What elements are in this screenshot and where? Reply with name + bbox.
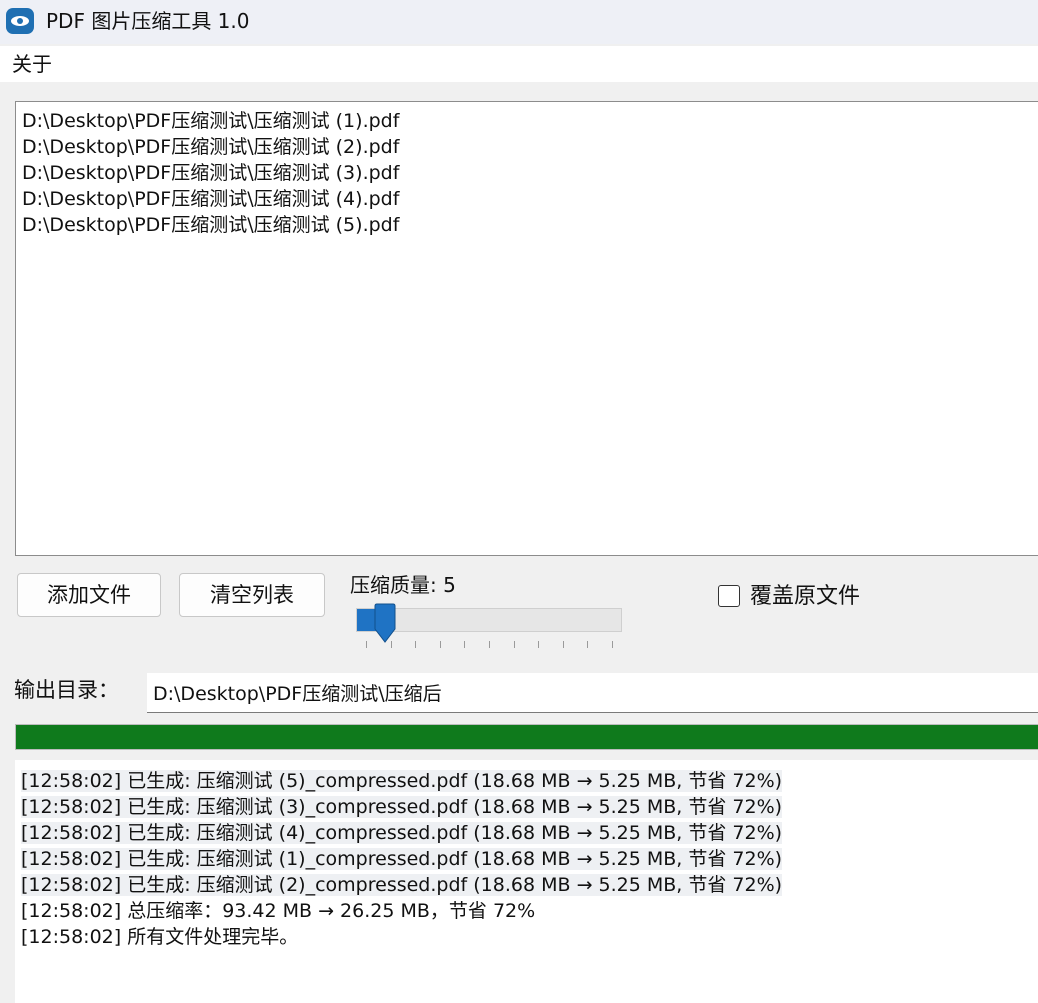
log-line: [12:58:02] 已生成: 压缩测试 (3)_compressed.pdf … <box>21 796 783 818</box>
quality-slider-thumb[interactable] <box>373 603 397 643</box>
window-title: PDF 图片压缩工具 1.0 <box>46 9 250 33</box>
progress-bar <box>15 724 1038 750</box>
list-item[interactable]: D:\Desktop\PDF压缩测试\压缩测试 (2).pdf <box>22 134 399 160</box>
slider-tick <box>464 641 466 648</box>
quality-slider-ticks <box>356 641 622 649</box>
overwrite-checkbox[interactable] <box>718 585 740 607</box>
log-line: [12:58:02] 已生成: 压缩测试 (2)_compressed.pdf … <box>21 874 783 896</box>
log-line: [12:58:02] 所有文件处理完毕。 <box>21 926 299 948</box>
list-item[interactable]: D:\Desktop\PDF压缩测试\压缩测试 (4).pdf <box>22 186 399 212</box>
list-item[interactable]: D:\Desktop\PDF压缩测试\压缩测试 (3).pdf <box>22 160 399 186</box>
slider-tick <box>587 641 589 648</box>
list-item[interactable]: D:\Desktop\PDF压缩测试\压缩测试 (5).pdf <box>22 212 399 238</box>
app-logo-icon <box>6 8 34 34</box>
log-line: [12:58:02] 已生成: 压缩测试 (1)_compressed.pdf … <box>21 848 783 870</box>
add-files-button[interactable]: 添加文件 <box>17 573 161 617</box>
slider-tick <box>439 641 441 648</box>
file-list[interactable]: D:\Desktop\PDF压缩测试\压缩测试 (1).pdf D:\Deskt… <box>15 101 1038 556</box>
slider-tick <box>366 641 367 648</box>
slider-tick <box>513 641 515 648</box>
slider-tick <box>562 641 564 648</box>
progress-fill <box>16 725 1038 749</box>
log-line: [12:58:02] 已生成: 压缩测试 (5)_compressed.pdf … <box>21 770 783 792</box>
slider-tick <box>612 641 613 648</box>
output-dir-input[interactable] <box>147 673 1038 713</box>
slider-tick <box>538 641 540 648</box>
title-bar: PDF 图片压缩工具 1.0 <box>0 0 1038 44</box>
slider-tick <box>415 641 417 648</box>
log-line: [12:58:02] 已生成: 压缩测试 (4)_compressed.pdf … <box>21 822 783 844</box>
quality-label: 压缩质量: 5 <box>350 573 456 597</box>
slider-tick <box>489 641 490 648</box>
clear-list-button[interactable]: 清空列表 <box>179 573 325 617</box>
slider-tick <box>390 641 392 648</box>
log-line: [12:58:02] 总压缩率：93.42 MB → 26.25 MB，节省 7… <box>21 900 536 922</box>
log-panel[interactable]: [12:58:02] 已生成: 压缩测试 (5)_compressed.pdf … <box>15 760 1038 1003</box>
overwrite-label: 覆盖原文件 <box>750 584 861 609</box>
list-item[interactable]: D:\Desktop\PDF压缩测试\压缩测试 (1).pdf <box>22 108 399 134</box>
output-dir-label: 输出目录： <box>14 678 119 702</box>
menu-bar: 关于 <box>0 46 1038 82</box>
menu-item-about[interactable]: 关于 <box>12 51 52 77</box>
